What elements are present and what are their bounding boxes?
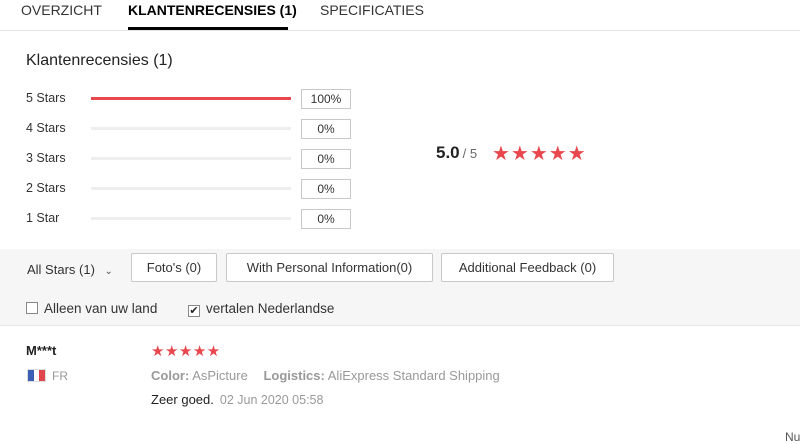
rating-row-5[interactable]: 5 Stars 100% — [26, 89, 356, 109]
rating-bar-fill — [91, 97, 291, 100]
logistics-label: Logistics: — [263, 368, 325, 383]
checkbox-unchecked[interactable] — [26, 302, 38, 314]
personal-info-filter-button[interactable]: With Personal Information(0) — [226, 253, 433, 282]
photos-filter-button[interactable]: Foto's (0) — [131, 253, 217, 282]
rating-percent: 0% — [301, 209, 351, 229]
all-stars-label: All Stars (1) — [27, 262, 95, 277]
all-stars-dropdown[interactable]: All Stars (1) ⌄ — [27, 262, 113, 277]
overall-stars-icon: ★★★★★ — [492, 143, 587, 165]
own-country-label: Alleen van uw land — [44, 301, 158, 316]
tab-overzicht[interactable]: OVERZICHT — [21, 2, 102, 18]
rating-row-4[interactable]: 4 Stars 0% — [26, 119, 356, 139]
own-country-checkbox[interactable]: Alleen van uw land — [26, 301, 157, 316]
rating-bar — [91, 217, 291, 220]
france-flag-icon — [27, 369, 46, 382]
review-date: 02 Jun 2020 05:58 — [219, 393, 324, 407]
rating-label: 3 Stars — [26, 151, 66, 165]
reviewer-name: M***t — [26, 343, 57, 358]
reviewer-country: FR — [52, 369, 68, 383]
rating-label: 5 Stars — [26, 91, 66, 105]
truncated-text: Nu — [785, 430, 800, 444]
translate-checkbox[interactable]: ✔ vertalen Nederlandse — [188, 301, 334, 317]
chevron-down-icon: ⌄ — [104, 266, 113, 277]
rating-row-2[interactable]: 2 Stars 0% — [26, 179, 356, 199]
rating-row-3[interactable]: 3 Stars 0% — [26, 149, 356, 169]
rating-label: 1 Star — [26, 211, 60, 225]
section-title: Klantenrecensies (1) — [26, 52, 173, 69]
rating-bar — [91, 157, 291, 160]
translate-label: vertalen Nederlandse — [206, 301, 335, 316]
rating-bar — [91, 127, 291, 130]
tab-klantenrecensies[interactable]: KLANTENRECENSIES (1) — [128, 2, 297, 18]
review-stars-icon: ★★★★★ — [151, 343, 221, 360]
logistics-value: AliExpress Standard Shipping — [327, 368, 500, 383]
checkbox-checked[interactable]: ✔ — [188, 305, 200, 317]
rating-bar — [91, 97, 291, 100]
review-body: Zeer goed. 02 Jun 2020 05:58 — [151, 392, 323, 407]
review-tabs: OVERZICHT KLANTENRECENSIES (1) SPECIFICA… — [0, 0, 800, 31]
review-meta: Color: AsPicture Logistics: AliExpress S… — [151, 368, 500, 383]
additional-feedback-filter-button[interactable]: Additional Feedback (0) — [441, 253, 614, 282]
score-value: 5.0 — [436, 143, 460, 162]
overall-score: 5.0/ 5 — [436, 143, 477, 163]
score-max: / 5 — [462, 146, 478, 161]
tab-specificaties[interactable]: SPECIFICATIES — [320, 2, 424, 18]
active-tab-indicator — [128, 27, 288, 30]
rating-row-1[interactable]: 1 Star 0% — [26, 209, 356, 229]
rating-percent: 0% — [301, 119, 351, 139]
rating-label: 2 Stars — [26, 181, 66, 195]
review-filter-bar: All Stars (1) ⌄ Foto's (0) With Personal… — [0, 249, 800, 326]
rating-percent: 0% — [301, 149, 351, 169]
color-value: AsPicture — [192, 368, 248, 383]
rating-label: 4 Stars — [26, 121, 66, 135]
rating-percent: 0% — [301, 179, 351, 199]
rating-bar — [91, 187, 291, 190]
rating-percent: 100% — [301, 89, 351, 109]
color-label: Color: — [151, 368, 190, 383]
review-content: Zeer goed. — [151, 392, 214, 407]
